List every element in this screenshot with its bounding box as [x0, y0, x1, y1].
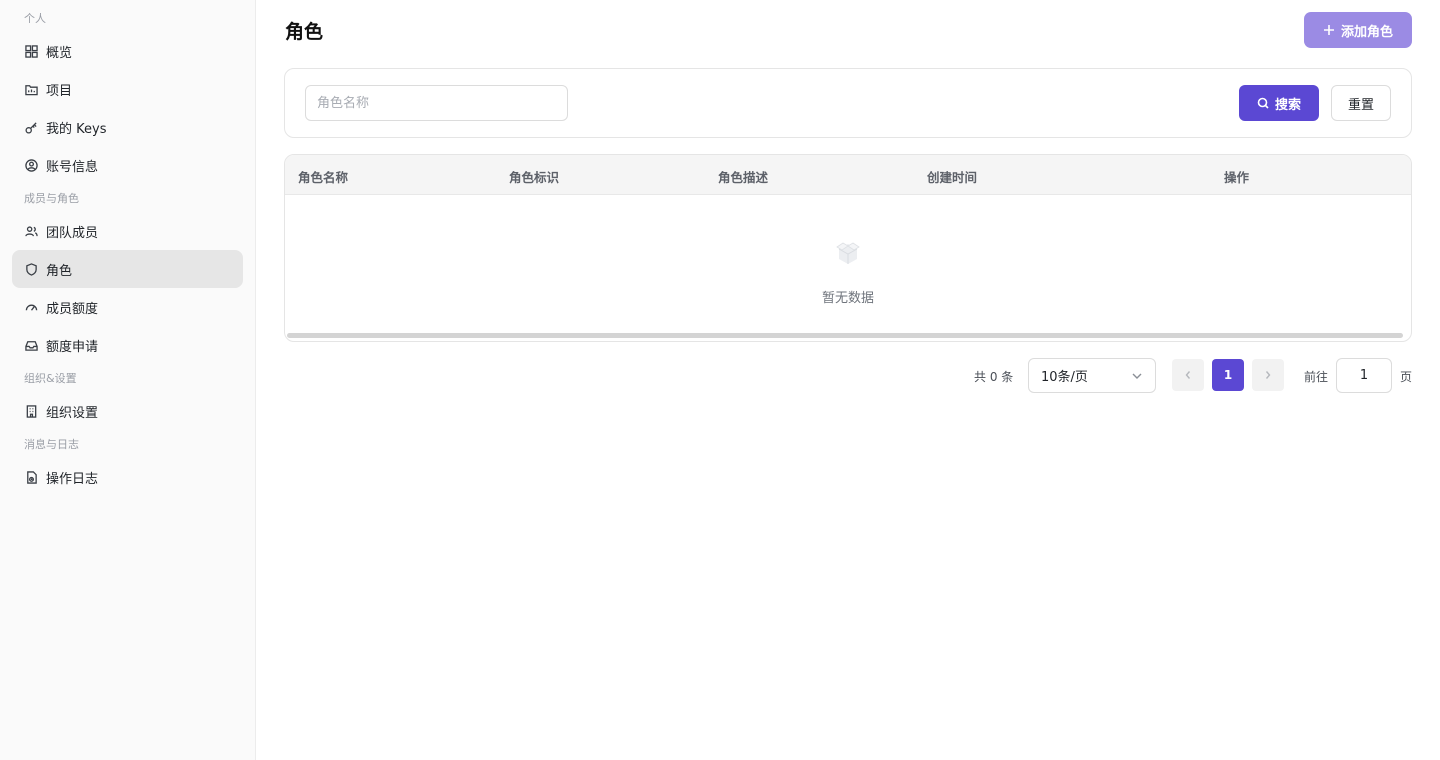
key-icon: [24, 120, 38, 134]
page-number-current[interactable]: 1: [1212, 359, 1244, 391]
column-header-role-key: 角色标识: [509, 170, 560, 185]
inbox-icon: [24, 338, 38, 352]
user-circle-icon: [24, 158, 38, 172]
shield-icon: [24, 262, 38, 276]
sidebar-item-label: 概览: [46, 45, 73, 61]
search-button-label: 搜索: [1274, 97, 1301, 113]
search-icon: [1257, 97, 1269, 109]
main-content: 角色 添加角色 搜索 重置 角色名称 角色标识 角色描述 创建时间 操作 暂无数: [256, 0, 1440, 760]
sidebar-item-label: 我的 Keys: [46, 121, 107, 137]
sidebar-item-label: 项目: [46, 83, 73, 99]
column-header-actions: 操作: [1224, 170, 1250, 185]
goto-suffix: 页: [1400, 370, 1413, 384]
sidebar-item-label: 成员额度: [46, 301, 99, 317]
section-title-org-settings: 组织&设置: [24, 372, 77, 385]
table-header: 角色名称 角色标识 角色描述 创建时间 操作: [285, 155, 1411, 195]
filter-card: 搜索 重置: [284, 68, 1412, 138]
sidebar-item-label: 团队成员: [46, 225, 99, 241]
sidebar-item-label: 操作日志: [46, 471, 99, 487]
empty-state-text: 暂无数据: [821, 291, 874, 306]
section-title-messages-logs: 消息与日志: [24, 438, 79, 451]
section-title-personal: 个人: [24, 12, 46, 25]
column-header-role-description: 角色描述: [718, 170, 769, 185]
goto-label: 前往: [1304, 370, 1329, 384]
sidebar-item-quota-request[interactable]: 额度申请: [12, 326, 243, 364]
reset-button[interactable]: 重置: [1331, 85, 1391, 121]
sidebar-item-team-members[interactable]: 团队成员: [12, 212, 243, 250]
prev-page-button[interactable]: [1172, 359, 1204, 391]
building-icon: [24, 404, 38, 418]
page-size-select[interactable]: 10条/页: [1028, 358, 1156, 393]
column-header-role-name: 角色名称: [298, 170, 349, 185]
chevron-down-icon: [1132, 373, 1142, 379]
role-name-input[interactable]: [305, 85, 568, 121]
sidebar-item-label: 角色: [46, 263, 73, 279]
grid-icon: [24, 44, 38, 58]
page-title: 角色: [285, 21, 324, 43]
sidebar-item-operation-log[interactable]: 操作日志: [12, 458, 243, 496]
sidebar-item-account-info[interactable]: 账号信息: [12, 146, 243, 184]
section-title-members-roles: 成员与角色: [24, 192, 79, 205]
add-role-button-label: 添加角色: [1340, 23, 1393, 39]
sidebar: 个人 概览 项目 我的 Keys 账号信息 成员与角色 团队成员 角色 成员额度…: [0, 0, 256, 760]
roles-table: 角色名称 角色标识 角色描述 创建时间 操作 暂无数据: [284, 154, 1412, 342]
sidebar-item-label: 额度申请: [46, 339, 99, 355]
sidebar-item-overview[interactable]: 概览: [12, 32, 243, 70]
folder-icon: [24, 82, 38, 96]
gauge-icon: [24, 300, 38, 314]
sidebar-item-my-keys[interactable]: 我的 Keys: [12, 108, 243, 146]
users-icon: [24, 224, 38, 238]
chevron-right-icon: [1265, 371, 1271, 379]
horizontal-scrollbar[interactable]: [287, 333, 1403, 338]
sidebar-item-label: 账号信息: [46, 159, 99, 175]
next-page-button[interactable]: [1252, 359, 1284, 391]
add-role-button[interactable]: 添加角色: [1304, 12, 1412, 48]
column-header-created-time: 创建时间: [927, 170, 978, 185]
plus-icon: [1323, 25, 1334, 35]
sidebar-item-org-settings[interactable]: 组织设置: [12, 392, 243, 430]
pagination-total: 共 0 条: [974, 370, 1014, 384]
goto-page-input[interactable]: [1336, 358, 1392, 393]
page-size-value: 10条/页: [1041, 370, 1088, 385]
chevron-left-icon: [1185, 371, 1191, 379]
empty-box-icon: [836, 242, 860, 264]
file-log-icon: [24, 470, 38, 484]
reset-button-label: 重置: [1347, 97, 1374, 113]
sidebar-item-label: 组织设置: [46, 405, 99, 421]
search-button[interactable]: 搜索: [1239, 85, 1319, 121]
sidebar-item-roles[interactable]: 角色: [12, 250, 243, 288]
sidebar-item-projects[interactable]: 项目: [12, 70, 243, 108]
sidebar-item-member-quota[interactable]: 成员额度: [12, 288, 243, 326]
